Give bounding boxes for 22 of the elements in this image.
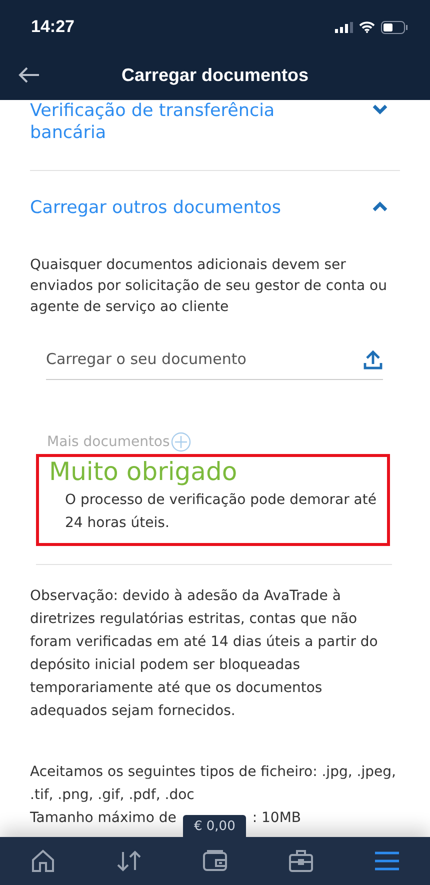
battery-icon (381, 20, 408, 34)
instructions-text: Quaisquer documentos adicionais devem ser enviados por solicitação de seu gestor de conta ou agente de serviço ao cliente (30, 256, 388, 317)
briefcase-icon[interactable] (287, 847, 315, 875)
section-title[interactable]: Verificação de transferência bancária (30, 100, 320, 144)
page-title: Carregar documentos (121, 64, 309, 86)
signal-icon (335, 22, 353, 32)
status-time: 14:27 (31, 17, 74, 37)
wifi-icon (359, 21, 375, 33)
thanks-message: O processo de verificação pode demorar até 24 horas úteis. (65, 491, 378, 533)
file-types-text: Aceitamos os seguintes tipos de ficheiro: .jpg, .jpeg, .tif, .png, .gif, .pdf, .doc (30, 763, 397, 805)
balance-tab[interactable]: € 0,00 (183, 815, 246, 838)
back-arrow-icon[interactable] (18, 67, 40, 83)
max-size-value: : 10MB (252, 809, 302, 828)
max-size-label: Tamanho máximo de (30, 809, 176, 828)
upload-icon[interactable] (363, 350, 383, 370)
home-icon[interactable] (29, 847, 57, 875)
section-title[interactable]: Carregar outros documentos (30, 197, 281, 219)
note-text: Observação: devido à adesão da AvaTrade à diretrizes regulatórias estritas, contas que não foram verificadas em até 14 dias úteis a partir do depósito inicial podem ser bloqueadas temporariamente até que os documentos adequados sejam fornecidos. (30, 587, 379, 721)
chevron-up-icon[interactable] (372, 201, 388, 212)
more-documents-link[interactable]: Mais documentos (47, 434, 170, 450)
thanks-title: Muito obrigado (49, 457, 238, 487)
chevron-down-icon[interactable] (372, 104, 388, 115)
